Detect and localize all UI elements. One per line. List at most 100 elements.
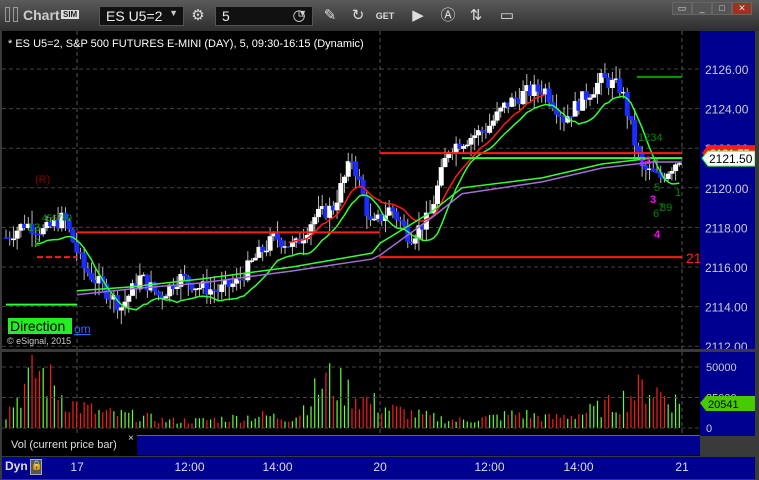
refresh-icon[interactable]: ↻ — [347, 6, 369, 26]
time-tick-label: 12:00 — [174, 460, 205, 474]
time-axis[interactable]: Dyn 🔒 17 12:00 14:00 20 12:00 14:00 21 — [2, 457, 755, 479]
price-axis[interactable]: 2126.002124.002122.002120.002118.002116.… — [700, 31, 756, 354]
get-button[interactable]: GET — [374, 6, 396, 26]
moving-average-line — [35, 95, 680, 311]
candle-body — [490, 120, 496, 126]
candle-body — [438, 167, 444, 186]
title-bar: Chart SIM ES U5=2 ▼ ⚙ 5 ▼ ◷ ✎ ↻ GET ▶ Ⓐ ⇅ … — [0, 0, 759, 31]
time-tick-label: 14:00 — [262, 460, 293, 474]
symbol-select[interactable]: ES U5=2 ▼ — [99, 6, 184, 26]
price-tick-label: 2126.00 — [705, 63, 749, 77]
level-label: 21 — [686, 250, 700, 266]
candle-body — [345, 161, 351, 177]
count-label: 4 — [654, 229, 661, 241]
candle-body — [412, 238, 418, 244]
window-title: Chart — [23, 7, 60, 23]
volume-chart[interactable] — [2, 352, 700, 436]
candle-body — [669, 171, 675, 174]
count-label: 13 — [28, 222, 40, 234]
candle-body — [435, 185, 441, 205]
link-icon[interactable]: ⇅ — [465, 6, 487, 26]
candle-body — [665, 173, 671, 179]
candle-body — [594, 82, 600, 95]
count-label: 5 — [654, 182, 660, 194]
volume-tick-label: 0 — [706, 423, 712, 435]
candle-body — [126, 295, 132, 302]
pencil-icon[interactable]: ✎ — [319, 6, 341, 26]
candle-body — [263, 250, 269, 253]
candle-body — [442, 157, 448, 168]
play-icon[interactable]: ▶ — [407, 6, 429, 26]
count-label: 1234 — [638, 132, 662, 144]
chart-header: * ES U5=2, S&P 500 FUTURES E-MINI (DAY),… — [8, 38, 364, 50]
candle-body — [219, 284, 225, 292]
grip-icon[interactable] — [5, 7, 10, 22]
candle-body — [390, 207, 396, 212]
candle-body — [602, 72, 608, 78]
price-tick-label: 2118.00 — [705, 221, 748, 235]
candle-body — [230, 283, 236, 287]
candle-body — [252, 257, 258, 261]
volume-tick-label: 50000 — [706, 362, 737, 374]
close-button[interactable]: ✕ — [732, 2, 752, 15]
count-label: 1 — [675, 187, 681, 199]
close-icon[interactable]: × — [128, 433, 134, 444]
direction-label: Direction — [10, 318, 65, 334]
candle-body — [196, 287, 202, 290]
candle-body — [520, 91, 526, 105]
lock-icon[interactable]: 🔒 — [30, 459, 42, 475]
candle-body — [182, 273, 188, 277]
candle-body — [628, 115, 634, 121]
price-chart[interactable]: (R) 13 2 456789 21 1234 5 7 6 89 1 1 2 3 4 Direction om ©… — [2, 31, 702, 349]
restore-icon[interactable]: ▭ — [672, 2, 692, 15]
candle-body — [338, 183, 344, 203]
minimize-button[interactable]: _ — [692, 2, 712, 15]
candle-body — [624, 91, 630, 116]
settings-gear-icon[interactable]: ⚙ — [187, 6, 209, 26]
candle-body — [74, 242, 80, 253]
candle-body — [397, 219, 403, 222]
candle-body — [278, 239, 284, 247]
candle-body — [479, 130, 485, 132]
price-tick-label: 2112.00 — [705, 340, 748, 349]
candle-body — [14, 230, 20, 239]
candle-body — [673, 164, 679, 172]
candle-body — [371, 218, 377, 221]
price-tick-label: 2114.00 — [705, 301, 748, 315]
alert-icon[interactable]: Ⓐ — [437, 6, 459, 26]
r-label: (R) — [35, 174, 50, 186]
count-label: 89 — [660, 202, 672, 214]
time-tick-label: 14:00 — [563, 460, 594, 474]
candle-body — [353, 161, 359, 177]
count-label: 2 — [34, 237, 40, 249]
direction-link: om — [74, 322, 91, 336]
comment-icon[interactable]: ▭ — [496, 6, 518, 26]
maximize-button[interactable]: □ — [712, 2, 732, 15]
candle-body — [676, 163, 682, 165]
volume-last-label: 20541 — [708, 399, 739, 411]
candle-body — [617, 78, 623, 94]
candle-body — [137, 275, 143, 290]
price-tick-label: 2124.00 — [705, 103, 749, 117]
candle-body — [334, 202, 340, 211]
copyright-label: © eSignal, 2015 — [7, 336, 71, 346]
candle-body — [174, 286, 180, 289]
grip-icon[interactable] — [13, 7, 18, 22]
candle-body — [587, 97, 593, 100]
candle-body — [364, 195, 370, 217]
price-tick-label: 2116.00 — [705, 261, 748, 275]
candle-body — [513, 97, 519, 100]
time-tick-label: 20 — [373, 460, 387, 474]
count-label: 6 — [653, 208, 659, 220]
candle-body — [211, 289, 217, 291]
clock-icon[interactable]: ◷ — [288, 6, 310, 26]
candle-body — [85, 268, 91, 273]
candle-body — [70, 229, 76, 243]
candle-body — [650, 168, 656, 172]
symbol-value: ES U5=2 — [106, 8, 163, 24]
time-tick-label: 21 — [675, 460, 689, 474]
candle-body — [267, 236, 273, 251]
candle-body — [275, 233, 281, 240]
candle-body — [461, 146, 467, 149]
count-label: 456789 — [42, 213, 72, 223]
